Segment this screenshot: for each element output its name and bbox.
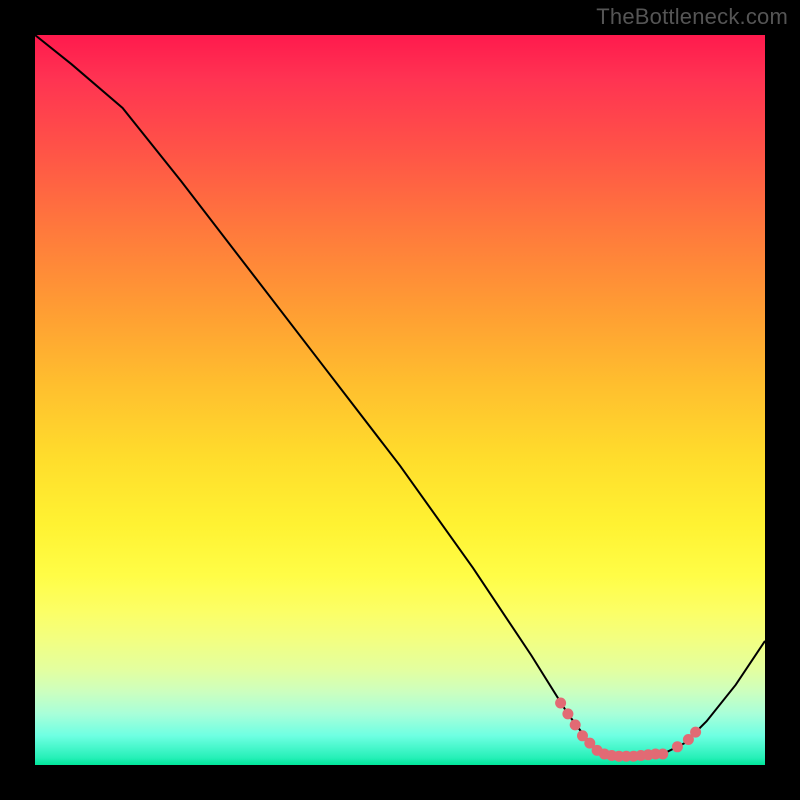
optimal-point	[570, 719, 581, 730]
plot-area	[35, 35, 765, 765]
optimal-point	[555, 698, 566, 709]
bottleneck-curve	[35, 35, 765, 756]
chart-container: TheBottleneck.com	[0, 0, 800, 800]
watermark-text: TheBottleneck.com	[596, 4, 788, 30]
optimal-point	[690, 727, 701, 738]
optimal-point	[672, 741, 683, 752]
optimal-point	[657, 749, 668, 760]
chart-svg	[35, 35, 765, 765]
optimal-point	[562, 708, 573, 719]
optimal-zone-dots	[555, 698, 701, 762]
